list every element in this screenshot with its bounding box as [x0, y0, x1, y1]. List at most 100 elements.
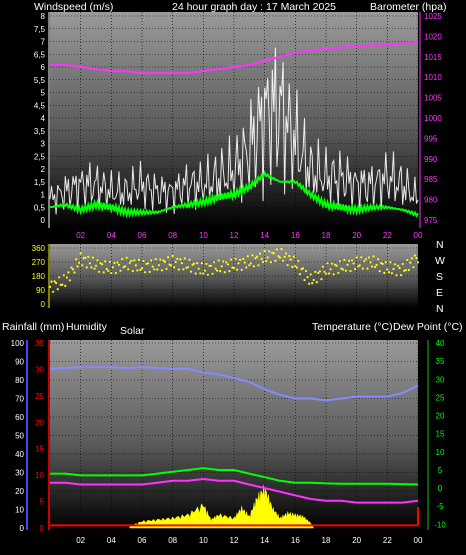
- dir-point: [409, 261, 412, 264]
- temp-x-tick: 20: [352, 536, 361, 545]
- dir-point: [309, 273, 312, 276]
- dir-point: [88, 262, 91, 265]
- dir-point: [323, 270, 326, 273]
- dir-point: [355, 256, 358, 259]
- dir-point: [295, 266, 298, 269]
- dir-point: [148, 270, 151, 273]
- wind-y-tick: 3: [41, 140, 46, 149]
- humidity-y-tick: 70: [15, 395, 24, 404]
- dir-point: [180, 262, 183, 265]
- dir-point: [70, 266, 73, 269]
- dir-point: [113, 261, 116, 264]
- dir-point: [55, 281, 58, 285]
- baro-y-tick: 1010: [424, 73, 442, 82]
- dir-point: [255, 255, 259, 258]
- wind-y-tick: 7,5: [34, 25, 46, 34]
- dir-point: [312, 278, 315, 282]
- dir-point: [347, 259, 351, 262]
- dir-point: [387, 271, 390, 274]
- dir-point: [406, 258, 409, 262]
- humidity-y-tick: 80: [15, 376, 24, 385]
- dir-point: [124, 265, 127, 268]
- baro-y-tick: 1025: [424, 12, 442, 21]
- dir-point: [217, 259, 220, 262]
- dir-point: [282, 259, 285, 262]
- baro-y-tick: 1020: [424, 32, 442, 41]
- dir-point: [87, 255, 90, 258]
- wind-x-tick: 20: [352, 231, 361, 240]
- dir-point: [265, 260, 268, 263]
- dir-point: [163, 260, 167, 263]
- dir-point: [64, 284, 67, 287]
- wind-x-tick: 12: [230, 231, 239, 240]
- dir-point: [375, 263, 378, 267]
- dir-point: [251, 254, 254, 257]
- humidity-y-tick: 40: [15, 450, 24, 459]
- dir-y-tick: 270: [32, 258, 46, 267]
- dir-point: [101, 263, 104, 266]
- baro-y-tick: 1000: [424, 114, 442, 123]
- dir-point: [174, 260, 177, 264]
- rain-y-tick: 0: [40, 524, 45, 533]
- dir-point: [415, 257, 418, 260]
- temp-y-tick: 20: [436, 412, 445, 421]
- dir-point: [209, 264, 213, 267]
- temp-y-tick: 5: [438, 466, 443, 475]
- dir-point: [50, 280, 53, 283]
- temp-axis-title: Temperature (°C): [312, 321, 393, 333]
- wind-y-tick: 4,5: [34, 101, 46, 110]
- baro-y-tick: 980: [424, 196, 438, 205]
- dir-point: [377, 258, 380, 261]
- dir-point: [363, 260, 366, 263]
- dir-point: [85, 266, 88, 269]
- dir-point: [214, 267, 217, 270]
- dir-point: [128, 261, 131, 264]
- dir-point: [294, 265, 297, 268]
- dir-point: [364, 258, 367, 261]
- dir-point: [332, 273, 335, 276]
- dir-point: [369, 261, 372, 264]
- dir-point: [351, 259, 354, 262]
- dir-point: [205, 262, 208, 265]
- temp-x-tick: 00: [414, 536, 423, 545]
- humidity-y-tick: 10: [15, 506, 24, 515]
- dir-point: [176, 257, 179, 260]
- temp-x-tick: 22: [383, 536, 392, 545]
- baro-y-tick: 985: [424, 175, 438, 184]
- dir-point: [349, 269, 352, 273]
- dir-point: [58, 276, 61, 279]
- dir-point: [301, 267, 305, 270]
- rain-y-tick: 35: [35, 339, 44, 348]
- temp-x-tick: 16: [291, 536, 300, 545]
- temp-y-tick: 25: [436, 393, 445, 402]
- dir-point: [116, 261, 119, 264]
- humidity-y-tick: 90: [15, 358, 24, 367]
- rain-y-tick: 25: [35, 392, 44, 401]
- dir-point: [372, 255, 375, 258]
- dir-point: [193, 262, 196, 265]
- dir-point: [314, 270, 317, 273]
- dir-point: [306, 276, 309, 279]
- dir-point: [354, 267, 357, 271]
- dir-point: [194, 272, 197, 275]
- dir-point: [243, 261, 246, 264]
- dir-point: [272, 252, 275, 255]
- dir-point: [240, 268, 243, 271]
- dir-point: [311, 282, 314, 285]
- dir-point: [200, 262, 203, 265]
- dir-point: [246, 255, 249, 258]
- dir-point: [94, 264, 98, 267]
- dir-point: [407, 268, 410, 272]
- dir-point: [358, 264, 361, 267]
- dir-point: [73, 271, 76, 274]
- dir-point: [297, 260, 300, 263]
- rain-y-tick: 20: [35, 418, 44, 427]
- dir-point: [269, 261, 272, 264]
- wind-y-tick: 2: [41, 165, 46, 174]
- dir-point: [121, 257, 124, 261]
- dir-point: [76, 265, 79, 268]
- dir-point: [151, 265, 154, 268]
- dir-point: [137, 258, 140, 261]
- wind-x-tick: 18: [322, 231, 331, 240]
- dir-point: [404, 269, 407, 272]
